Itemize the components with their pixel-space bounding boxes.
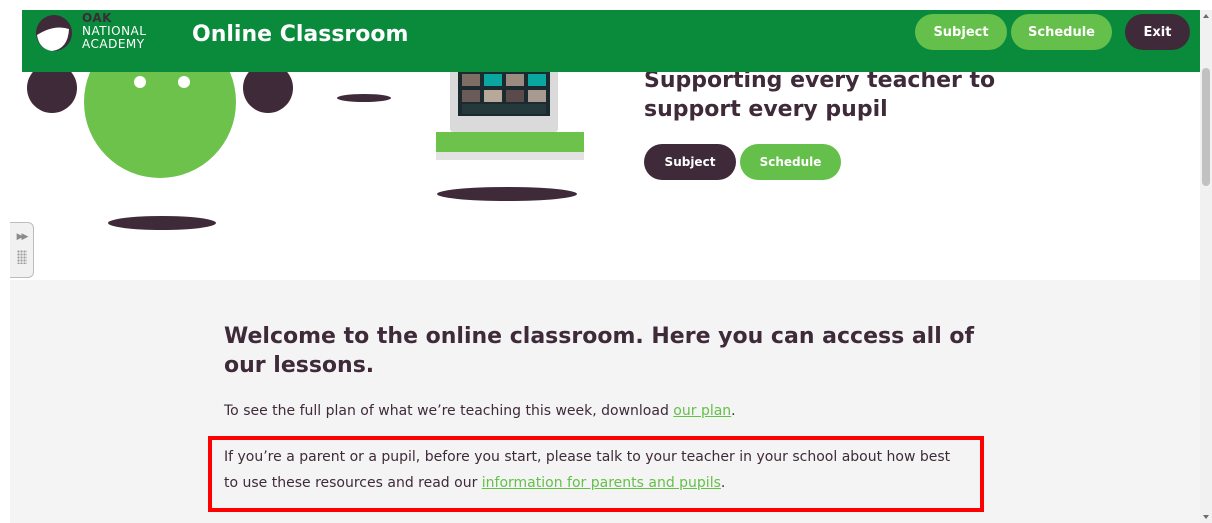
- video-tile: [506, 74, 524, 86]
- content-section: Welcome to the online classroom. Here yo…: [10, 280, 1200, 523]
- video-tile: [484, 74, 502, 86]
- brand-wordmark[interactable]: OAK NATIONAL ACADEMY: [82, 12, 146, 51]
- hero-section: Supporting every teacher to support ever…: [22, 72, 1200, 278]
- oak-logo-icon[interactable]: [34, 2, 74, 64]
- character-left-ear: [27, 72, 77, 113]
- side-panel-toggle[interactable]: ▶▶: [10, 222, 34, 278]
- video-tile: [528, 74, 546, 86]
- hero-schedule-button[interactable]: Schedule: [740, 144, 841, 180]
- app-title: Online Classroom: [192, 22, 409, 47]
- header-schedule-button[interactable]: Schedule: [1011, 14, 1112, 50]
- parents-paragraph: If you’re a parent or a pupil, before yo…: [224, 444, 964, 496]
- video-tile: [528, 90, 546, 102]
- character-head: [84, 72, 236, 178]
- scroll-thumb[interactable]: [1202, 68, 1210, 186]
- video-tile: [462, 90, 480, 102]
- character-left-eye: [134, 76, 146, 88]
- character-shadow: [108, 216, 216, 230]
- laptop-shadow: [437, 187, 577, 201]
- video-tile: [462, 74, 480, 86]
- vertical-scrollbar[interactable]: [1200, 10, 1212, 523]
- drag-grip-icon[interactable]: [16, 250, 27, 264]
- expand-arrows-icon: ▶▶: [16, 232, 29, 242]
- plan-paragraph: To see the full plan of what we’re teach…: [224, 398, 984, 424]
- header-subject-button[interactable]: Subject: [915, 14, 1007, 50]
- site-header: OAK NATIONAL ACADEMY Online Classroom Su…: [22, 10, 1200, 72]
- top-margin: [0, 0, 1212, 10]
- video-tile: [484, 90, 502, 102]
- scroll-down-icon[interactable]: [1200, 511, 1212, 523]
- hero-illustration: [27, 72, 584, 230]
- laptop-base-edge: [436, 152, 584, 160]
- parents-pupils-info-link[interactable]: information for parents and pupils: [482, 475, 721, 491]
- floating-dash: [337, 94, 391, 102]
- video-tile-row: [462, 104, 546, 114]
- character-right-ear: [243, 72, 293, 113]
- scroll-up-icon[interactable]: [1200, 10, 1212, 22]
- plan-text-end: .: [731, 403, 736, 419]
- welcome-heading: Welcome to the online classroom. Here yo…: [224, 324, 975, 378]
- plan-text: To see the full plan of what we’re teach…: [224, 403, 674, 419]
- hero-title: Supporting every teacher to support ever…: [644, 72, 996, 122]
- laptop-base: [436, 132, 584, 152]
- our-plan-link[interactable]: our plan: [673, 403, 731, 419]
- parents-text-end: .: [720, 475, 726, 491]
- character-right-eye: [178, 76, 190, 88]
- hero-subject-button[interactable]: Subject: [644, 144, 736, 180]
- brand-academy: ACADEMY: [82, 37, 145, 51]
- header-exit-button[interactable]: Exit: [1125, 14, 1190, 50]
- video-tile: [506, 90, 524, 102]
